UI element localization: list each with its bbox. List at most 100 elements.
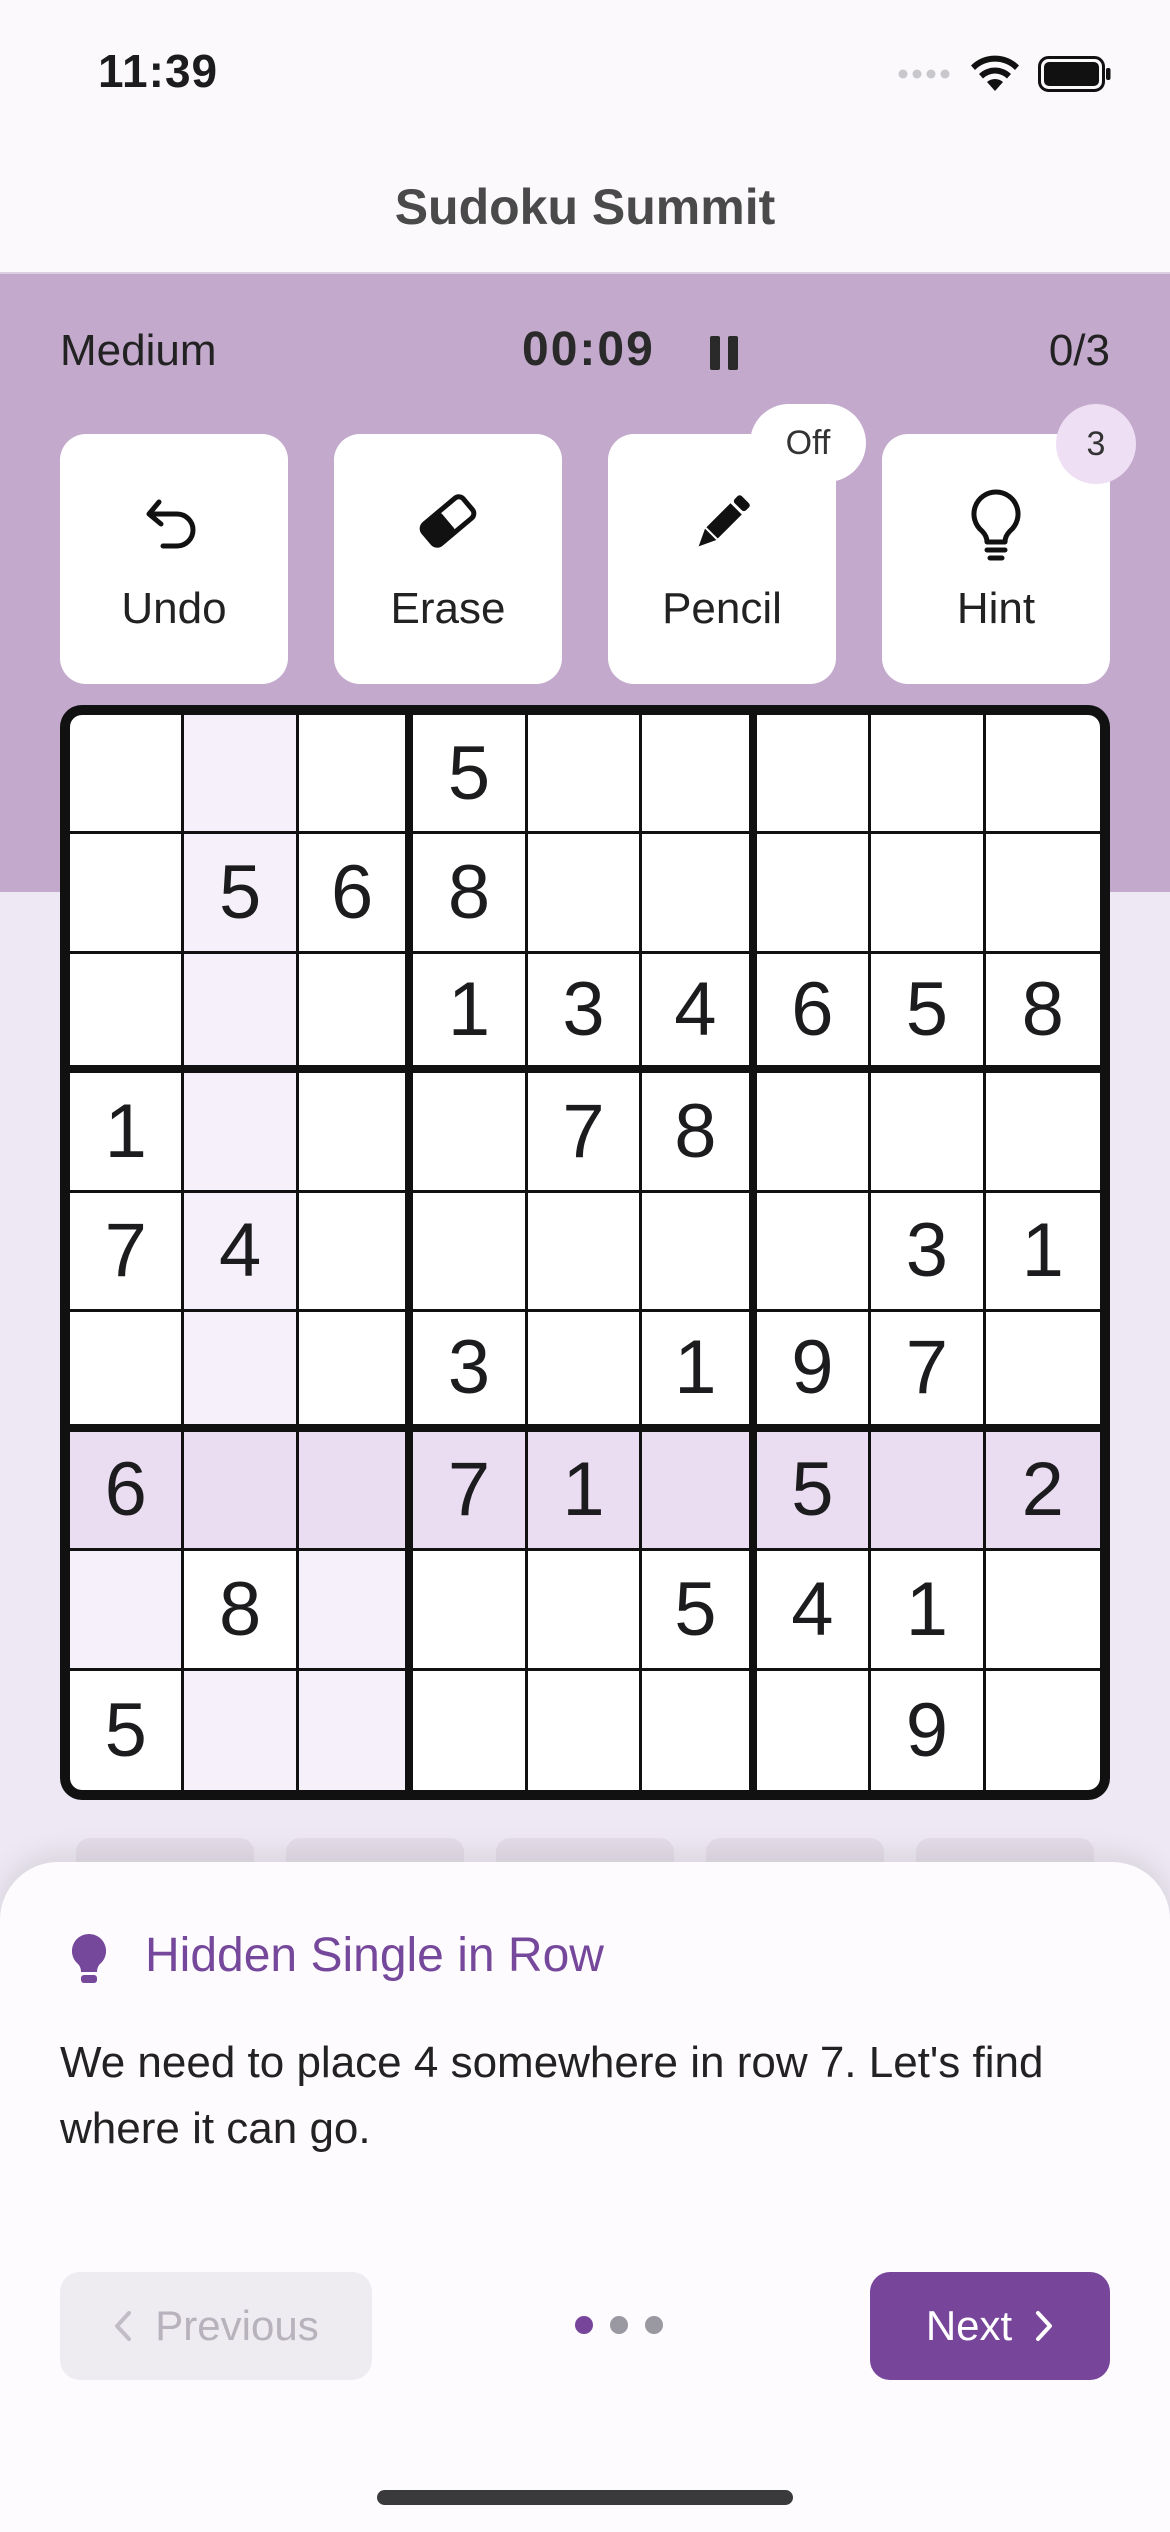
sudoku-cell-r1c9[interactable] [985,715,1100,835]
battery-icon [1038,56,1111,92]
sudoku-cell-r8c1[interactable] [70,1551,185,1671]
sudoku-cell-r7c6[interactable] [642,1431,757,1552]
hint-description: We need to place 4 somewhere in row 7. L… [60,2038,1044,2153]
sudoku-cell-r9c7[interactable] [756,1670,872,1790]
nav-bar: Sudoku Summit [0,140,1170,274]
sudoku-cell-r5c8[interactable]: 3 [871,1192,986,1313]
sudoku-cell-r8c6[interactable]: 5 [642,1551,757,1671]
hint-count-badge: 3 [1056,404,1136,484]
sudoku-cell-r5c1[interactable]: 7 [70,1192,185,1313]
sudoku-cell-r2c7[interactable] [756,834,872,954]
sudoku-cell-r8c4[interactable] [413,1551,528,1671]
sudoku-cell-r9c4[interactable] [413,1670,528,1790]
sudoku-cell-r7c2[interactable] [184,1431,299,1552]
previous-button[interactable]: Previous [60,2272,372,2380]
sudoku-cell-r8c2[interactable]: 8 [184,1551,299,1671]
sudoku-cell-r8c9[interactable] [985,1551,1100,1671]
sudoku-cell-r1c1[interactable] [70,715,185,835]
sudoku-cell-r8c8[interactable]: 1 [871,1551,986,1671]
sudoku-cell-r3c9[interactable]: 8 [985,953,1100,1074]
sudoku-cell-r2c6[interactable] [642,834,757,954]
sudoku-cell-r1c4[interactable]: 5 [413,715,528,835]
sudoku-cell-r5c9[interactable]: 1 [985,1192,1100,1313]
step-dot [645,2316,663,2334]
hint-title: Hidden Single in Row [145,1929,604,1982]
sudoku-cell-r3c6[interactable]: 4 [642,953,757,1074]
sudoku-cell-r8c3[interactable] [298,1551,414,1671]
sudoku-cell-r3c5[interactable]: 3 [527,953,643,1074]
sudoku-cell-r6c3[interactable] [298,1312,414,1432]
sudoku-cell-r7c7[interactable]: 5 [756,1431,872,1552]
hint-lightbulb-icon [66,1932,112,1991]
sudoku-cell-r9c1[interactable]: 5 [70,1670,185,1790]
sudoku-cell-r5c7[interactable] [756,1192,872,1313]
sudoku-cell-r7c3[interactable] [298,1431,414,1552]
sudoku-cell-r4c8[interactable] [871,1073,986,1193]
sudoku-cell-r7c5[interactable]: 1 [527,1431,643,1552]
sudoku-cell-r6c9[interactable] [985,1312,1100,1432]
sudoku-cell-r7c8[interactable] [871,1431,986,1552]
sudoku-cell-r9c9[interactable] [985,1670,1100,1790]
erase-button[interactable]: Erase [334,434,562,684]
sudoku-cell-r4c7[interactable] [756,1073,872,1193]
sudoku-cell-r6c7[interactable]: 9 [756,1312,872,1432]
sudoku-cell-r7c4[interactable]: 7 [413,1431,528,1552]
sudoku-cell-r9c5[interactable] [527,1670,643,1790]
sudoku-cell-r5c3[interactable] [298,1192,414,1313]
sudoku-cell-r4c2[interactable] [184,1073,299,1193]
sudoku-cell-r2c4[interactable]: 8 [413,834,528,954]
sudoku-cell-r2c2[interactable]: 5 [184,834,299,954]
sudoku-cell-r8c7[interactable]: 4 [756,1551,872,1671]
sudoku-cell-r9c6[interactable] [642,1670,757,1790]
sudoku-cell-r2c1[interactable] [70,834,185,954]
sudoku-cell-r2c3[interactable]: 6 [298,834,414,954]
sudoku-cell-r9c8[interactable]: 9 [871,1670,986,1790]
sudoku-cell-r3c7[interactable]: 6 [756,953,872,1074]
sudoku-cell-r3c1[interactable] [70,953,185,1074]
sudoku-cell-r1c2[interactable] [184,715,299,835]
sudoku-cell-r6c8[interactable]: 7 [871,1312,986,1432]
page-title: Sudoku Summit [394,179,776,235]
sudoku-cell-r5c2[interactable]: 4 [184,1192,299,1313]
sudoku-cell-r7c1[interactable]: 6 [70,1431,185,1552]
sudoku-cell-r1c5[interactable] [527,715,643,835]
sudoku-cell-r4c4[interactable] [413,1073,528,1193]
undo-label: Undo [121,584,227,633]
sudoku-cell-r2c9[interactable] [985,834,1100,954]
sudoku-cell-r3c4[interactable]: 1 [413,953,528,1074]
sudoku-cell-r3c3[interactable] [298,953,414,1074]
sudoku-cell-r2c5[interactable] [527,834,643,954]
sudoku-cell-r4c5[interactable]: 7 [527,1073,643,1193]
undo-button[interactable]: Undo [60,434,288,684]
sudoku-cell-r6c2[interactable] [184,1312,299,1432]
pencil-mode-badge: Off [750,404,866,482]
sudoku-cell-r1c7[interactable] [756,715,872,835]
sudoku-cell-r6c1[interactable] [70,1312,185,1432]
sudoku-cell-r5c4[interactable] [413,1192,528,1313]
sudoku-cell-r7c9[interactable]: 2 [985,1431,1100,1552]
sudoku-cell-r1c6[interactable] [642,715,757,835]
sudoku-cell-r4c6[interactable]: 8 [642,1073,757,1193]
undo-icon [146,499,196,549]
sudoku-cell-r3c2[interactable] [184,953,299,1074]
sudoku-cell-r9c2[interactable] [184,1670,299,1790]
sudoku-cell-r1c3[interactable] [298,715,414,835]
sudoku-cell-r6c6[interactable]: 1 [642,1312,757,1432]
sudoku-cell-r3c8[interactable]: 5 [871,953,986,1074]
sudoku-cell-r4c3[interactable] [298,1073,414,1193]
sudoku-cell-r4c1[interactable]: 1 [70,1073,185,1193]
sudoku-cell-r5c5[interactable] [527,1192,643,1313]
pause-icon[interactable] [710,336,740,370]
difficulty-label: Medium [60,326,217,375]
erase-label: Erase [390,584,506,633]
sudoku-cell-r4c9[interactable] [985,1073,1100,1193]
sudoku-cell-r6c4[interactable]: 3 [413,1312,528,1432]
sudoku-cell-r8c5[interactable] [527,1551,643,1671]
sudoku-cell-r9c3[interactable] [298,1670,414,1790]
sudoku-cell-r2c8[interactable] [871,834,986,954]
sudoku-cell-r5c6[interactable] [642,1192,757,1313]
sudoku-cell-r1c8[interactable] [871,715,986,835]
next-button[interactable]: Next [870,2272,1110,2380]
status-time: 11:39 [98,45,219,97]
sudoku-cell-r6c5[interactable] [527,1312,643,1432]
